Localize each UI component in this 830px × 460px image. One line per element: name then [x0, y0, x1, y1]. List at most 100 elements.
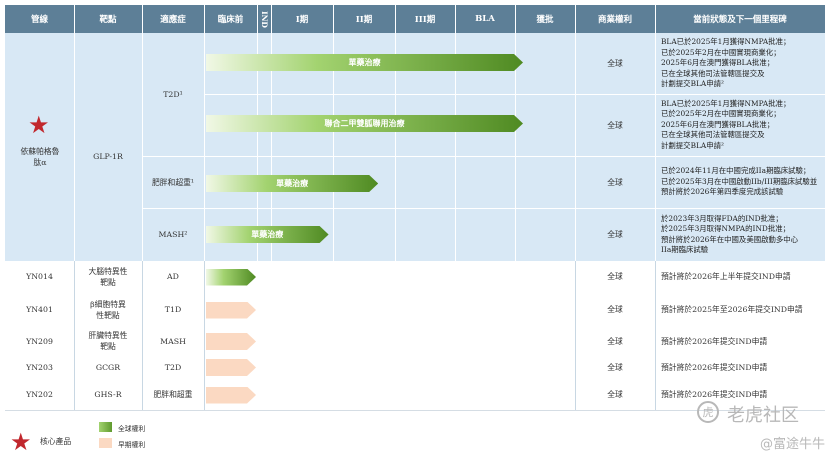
header-divider [395, 5, 396, 33]
milestone-line: 已於2025年3月在中國啟動IIb/III期臨床試驗並 [661, 176, 818, 186]
target-line: 性靶點 [96, 310, 120, 320]
milestone-status: 預計將於2025年至2026年提交IND申請 [661, 305, 803, 314]
milestone-line: 已於2025年2月在中國實現商業化； [661, 109, 781, 119]
pipeline-target: GCGR [74, 355, 142, 379]
target-lines: β細胞特異 性靶點 [90, 299, 126, 321]
milestone-status: 於2023年3月取得FDA的IND批准； 於2025年3月取得NMPA的IND批准… [661, 214, 798, 256]
pipeline-target: 肝臟特異性 靶點 [74, 327, 142, 355]
header-col-9: 獲批 [515, 5, 575, 33]
target-lines: 大腦特異性 靶點 [89, 266, 128, 288]
milestone-line: 2025年6月在澳門獲得BLA批准； [661, 58, 775, 68]
milestone-line: 計劃提交BLA申請² [661, 79, 724, 89]
pipeline-target: GHS-R [74, 379, 142, 410]
header-col-3: 臨床前 [204, 5, 257, 33]
header-divider [204, 5, 205, 33]
phase-bar-label: 單藥治療 [276, 178, 309, 188]
pipeline-code: YN202 [26, 390, 53, 399]
legend-global-swatch [99, 422, 112, 432]
product-name-text: 依蘇帕格魯肽α [20, 147, 60, 167]
header-col-5: I期 [271, 5, 333, 33]
header-divider [74, 5, 75, 33]
header-col-11: 當前狀態及下一個里程碑 [655, 5, 825, 33]
pipeline-target: β細胞特異 性靶點 [74, 292, 142, 327]
pipeline-code: YN401 [26, 305, 53, 314]
table-header: 管線 靶點 適應症 臨床前 IND I期 II期 III期 BLA 獲批 商業權利 當前狀態及下一個里… [5, 5, 825, 33]
header-divider [515, 5, 516, 33]
phase-bar-label: 單藥治療 [348, 57, 381, 67]
core-product-star-icon: ★ [10, 428, 32, 456]
target-lines: GHS-R [94, 389, 121, 400]
milestone-line: 計劃提交BLA申請² [661, 140, 724, 150]
header-col-label: 適應症 [160, 15, 186, 25]
header-col-label: 商業權利 [597, 15, 632, 25]
pipeline-target: 大腦特異性 靶點 [74, 261, 142, 292]
watermark-brand: 老虎社区 [727, 405, 799, 426]
milestone-line: 2025年6月在澳門獲得BLA批准； [661, 119, 775, 129]
featured-phase-bar: 單藥治療 [206, 54, 523, 71]
header-col-6: II期 [333, 5, 395, 33]
featured-indication: T2D¹ [163, 90, 183, 99]
header-divider [142, 5, 143, 33]
header-col-10: 商業權利 [575, 5, 655, 33]
watermark-logo-icon: 虎 [697, 401, 719, 423]
featured-phase-bar: 單藥治療 [206, 226, 329, 243]
pipeline-code: YN203 [26, 362, 53, 372]
milestone-line: 於2023年3月取得FDA的IND批准； [661, 213, 783, 223]
product-target: GLP-1R [93, 151, 123, 161]
phase-bar-label: 單藥治療 [251, 229, 284, 239]
preclinical-phase-bar [206, 269, 256, 286]
legend-global-label: 全球權利 [118, 425, 146, 433]
milestone-status: 已於2024年11月在中國完成IIa期臨床試驗； 已於2025年3月在中國啟動II… [661, 166, 817, 198]
header-col-2: 適應症 [142, 5, 204, 33]
commercial-rights: 全球 [607, 305, 623, 314]
target-line: GHS-R [94, 390, 122, 399]
header-col-4: IND [257, 5, 271, 33]
header-col-label: 獲批 [536, 15, 554, 25]
featured-indication: 肥胖和超重¹ [151, 177, 195, 187]
milestone-line: BLA已於2025年1月獲得NMPA批准； [661, 98, 791, 108]
milestone-line: 已在全球其他司法管轄區提交及 [661, 68, 765, 78]
header-col-8: BLA [455, 5, 515, 33]
phase-bar-label: 聯合二甲雙胍聯用治療 [324, 118, 405, 128]
featured-row-line [204, 94, 825, 95]
featured-phase-bar: 聯合二甲雙胍聯用治療 [206, 115, 523, 132]
milestone-status: BLA已於2025年1月獲得NMPA批准； 已於2025年2月在中國實現商業化； 2… [661, 37, 790, 90]
target-line: β細胞特異 [90, 299, 126, 309]
header-divider [575, 5, 576, 33]
header-col-label: 管線 [30, 15, 48, 25]
commercial-rights: 全球 [607, 272, 623, 281]
core-product-star-icon: ★ [28, 111, 50, 139]
milestone-line: 預計將於2026年第四季度完成該試驗 [661, 187, 784, 197]
header-divider [257, 5, 258, 33]
featured-col-line [204, 33, 205, 261]
header-col-label: 靶點 [99, 15, 117, 25]
milestone-status: 預計將於2026年上半年提交IND申請 [661, 272, 791, 281]
pipeline-code: YN209 [26, 336, 53, 346]
watermark-handle: @富途牛牛 [760, 437, 826, 452]
featured-col-line [74, 33, 75, 261]
commercial-rights: 全球 [607, 362, 623, 372]
commercial-rights: 全球 [607, 59, 623, 68]
target-lines: 肝臟特異性 靶點 [89, 330, 128, 352]
product-name: 依蘇帕格魯肽α [14, 143, 66, 171]
milestone-line: 於2025年3月取得NMPA的IND批准； [661, 224, 791, 233]
featured-row-line [142, 208, 825, 209]
pipeline-code: YN014 [26, 272, 53, 281]
commercial-rights: 全球 [607, 230, 623, 239]
target-lines: GCGR [96, 362, 120, 373]
header-col-label: IND [259, 10, 269, 28]
commercial-rights: 全球 [607, 336, 623, 346]
early-col-line [204, 261, 205, 410]
milestone-line: 預計將於2026年在中國及美國啟動多中心 [661, 234, 799, 244]
early-col-line [655, 261, 656, 410]
header-col-label: I期 [295, 15, 309, 25]
milestone-status: BLA已於2025年1月獲得NMPA批准； 已於2025年2月在中國實現商業化； 2… [661, 99, 790, 152]
milestone-line: IIa期臨床試驗 [661, 245, 709, 254]
commercial-rights: 全球 [607, 390, 623, 399]
target-line: 肝臟特異性 [88, 331, 128, 340]
header-col-label: BLA [475, 14, 495, 24]
milestone-status: 預計將於2026年提交IND申請 [661, 336, 768, 346]
target-line: GCGR [95, 362, 121, 372]
header-col-label: 臨床前 [217, 15, 244, 25]
header-divider [455, 5, 456, 33]
